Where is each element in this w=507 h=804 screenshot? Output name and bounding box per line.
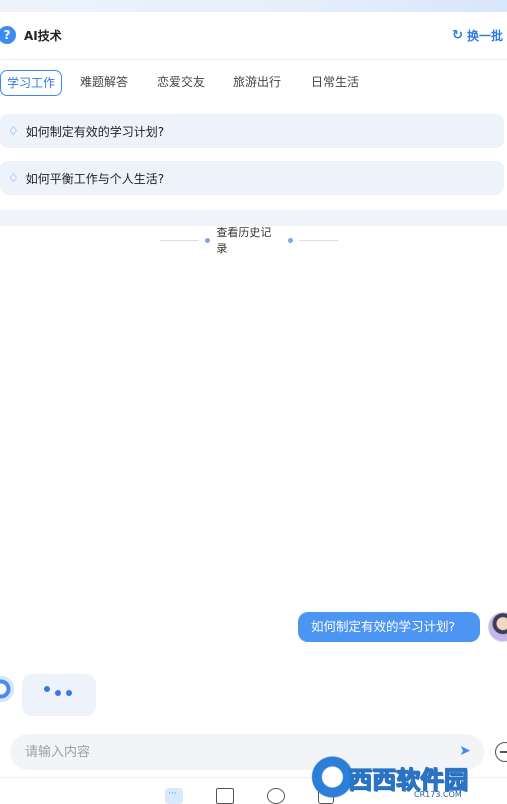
- suggestion-item[interactable]: ♢ 如何平衡工作与个人生活?: [0, 161, 504, 195]
- refresh-icon: ↻: [452, 28, 463, 43]
- bot-avatar: [0, 676, 14, 702]
- top-gradient-strip: [0, 0, 507, 12]
- palette-icon[interactable]: [267, 788, 285, 804]
- question-pin-icon: ♢: [8, 124, 19, 138]
- help-icon: ?: [0, 26, 16, 44]
- user-message-bubble: 如何制定有效的学习计划?: [298, 612, 480, 642]
- user-avatar: [488, 612, 507, 642]
- typing-dot: [66, 690, 72, 696]
- header-title: AI技术: [24, 29, 62, 43]
- dot-icon: [287, 237, 293, 243]
- suggestion-text: 如何平衡工作与个人生活?: [25, 171, 165, 186]
- tab-problem-solving[interactable]: 难题解答: [74, 70, 134, 96]
- tab-dating[interactable]: 恋爱交友: [151, 70, 211, 96]
- watermark-url: CR173.COM: [414, 790, 462, 799]
- history-label: 查看历史记录: [216, 226, 272, 255]
- question-pin-icon: ♢: [8, 171, 19, 185]
- tab-travel[interactable]: 旅游出行: [227, 70, 287, 96]
- typing-dot: [44, 686, 50, 692]
- watermark-logo: 西西软件园 CR173.COM: [306, 752, 488, 802]
- refresh-label: 换一批: [466, 29, 503, 43]
- refresh-button[interactable]: ↻ 换一批: [452, 27, 503, 44]
- category-tabs: 学习工作 难题解答 恋爱交友 旅游出行 日常生活: [0, 70, 507, 98]
- dot-icon: [205, 237, 211, 243]
- tab-study-work[interactable]: 学习工作: [0, 70, 63, 96]
- header: ? AI技术 ↻ 换一批: [0, 12, 507, 60]
- tab-daily-life[interactable]: 日常生活: [305, 70, 365, 96]
- bookmark-icon[interactable]: [216, 788, 234, 804]
- chat-icon[interactable]: [165, 788, 183, 804]
- divider-line: [160, 239, 200, 241]
- typing-dot: [55, 690, 61, 696]
- collapse-icon[interactable]: [495, 742, 507, 762]
- watermark-c-icon: [306, 753, 354, 801]
- view-history-link[interactable]: 查看历史记录: [160, 226, 338, 255]
- suggestion-text: 如何制定有效的学习计划?: [25, 124, 165, 139]
- suggestion-item[interactable]: ♢ 如何制定有效的学习计划?: [0, 114, 504, 148]
- bot-typing-bubble: [22, 674, 96, 716]
- divider-line: [298, 239, 338, 241]
